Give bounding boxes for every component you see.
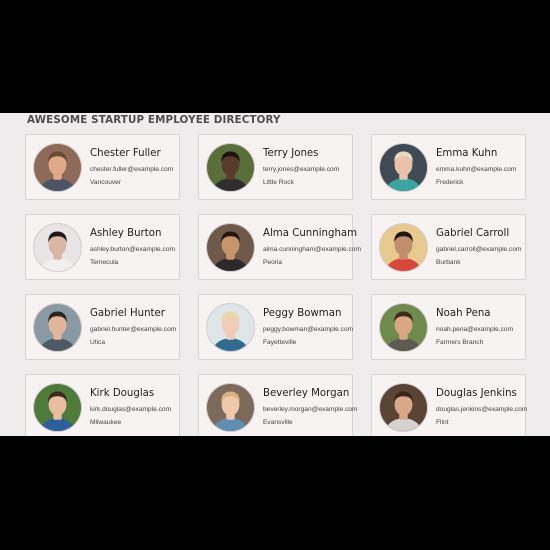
employee-directory-page: AWESOME STARTUP EMPLOYEE DIRECTORY Chest…	[0, 113, 550, 436]
employee-city: Flint	[436, 419, 449, 426]
avatar-photo	[207, 384, 254, 431]
employee-city: Milwaukee	[90, 419, 122, 426]
employee-info: Beverley Morgan beverley.morgan@example.…	[263, 387, 358, 428]
employee-card[interactable]: Beverley Morgan beverley.morgan@example.…	[198, 374, 358, 436]
employee-card[interactable]: Emma Kuhn emma.kuhn@example.com Frederic…	[371, 134, 526, 200]
employee-card[interactable]: Douglas Jenkins douglas.jenkins@example.…	[371, 374, 528, 436]
employee-card[interactable]: Gabriel Carroll gabriel.carroll@example.…	[371, 214, 526, 280]
employee-email: gabriel.hunter@example.com	[90, 326, 177, 333]
avatar-photo	[207, 144, 254, 191]
employee-info: Noah Pena noah.pena@example.com Farmers …	[436, 307, 523, 348]
employee-info: Emma Kuhn emma.kuhn@example.com Frederic…	[436, 147, 523, 188]
employee-email: douglas.jenkins@example.com	[436, 406, 528, 413]
avatar	[206, 383, 255, 432]
employee-card[interactable]: Terry Jones terry.jones@example.com Litt…	[198, 134, 353, 200]
employee-email: peggy.bowman@example.com	[263, 326, 354, 333]
employee-email: chester.fuller@example.com	[90, 166, 174, 173]
employee-card[interactable]: Chester Fuller chester.fuller@example.co…	[25, 134, 180, 200]
avatar-photo	[34, 144, 81, 191]
employee-info: Terry Jones terry.jones@example.com Litt…	[263, 147, 350, 188]
employee-email: noah.pena@example.com	[436, 326, 514, 333]
employee-card[interactable]: Alma Cunningham alma.cunningham@example.…	[198, 214, 361, 280]
employee-info: Alma Cunningham alma.cunningham@example.…	[263, 227, 361, 268]
avatar	[379, 143, 428, 192]
employee-info: Kirk Douglas kirk.douglas@example.com Mi…	[90, 387, 177, 428]
employee-city: Frederick	[436, 179, 464, 186]
employee-info: Douglas Jenkins douglas.jenkins@example.…	[436, 387, 528, 428]
avatar-photo	[207, 224, 254, 271]
employee-name: Kirk Douglas	[90, 388, 155, 399]
employee-email: emma.kuhn@example.com	[436, 166, 517, 173]
avatar-photo	[207, 304, 254, 351]
employee-city: Peoria	[263, 259, 283, 266]
employee-name: Emma Kuhn	[436, 148, 498, 159]
avatar-photo	[380, 384, 427, 431]
employee-info: Ashley Burton ashley.burton@example.com …	[90, 227, 177, 268]
page-title: AWESOME STARTUP EMPLOYEE DIRECTORY	[27, 114, 281, 126]
employee-name: Terry Jones	[263, 148, 319, 159]
avatar	[206, 303, 255, 352]
employee-email: beverley.morgan@example.com	[263, 406, 358, 413]
employee-card[interactable]: Ashley Burton ashley.burton@example.com …	[25, 214, 180, 280]
employee-city: Farmers Branch	[436, 339, 484, 346]
avatar-photo	[380, 224, 427, 271]
avatar-photo	[34, 224, 81, 271]
avatar	[206, 143, 255, 192]
employee-email: alma.cunningham@example.com	[263, 246, 361, 253]
employee-city: Burbank	[436, 259, 461, 266]
employee-city: Vancouver	[90, 179, 122, 186]
avatar	[33, 223, 82, 272]
avatar	[379, 303, 428, 352]
employee-card[interactable]: Gabriel Hunter gabriel.hunter@example.co…	[25, 294, 180, 360]
avatar	[33, 383, 82, 432]
employee-name: Ashley Burton	[90, 228, 162, 239]
employee-city: Little Rock	[263, 179, 294, 186]
employee-name: Alma Cunningham	[263, 228, 358, 239]
screen: AWESOME STARTUP EMPLOYEE DIRECTORY Chest…	[0, 0, 550, 550]
employee-info: Chester Fuller chester.fuller@example.co…	[90, 147, 177, 188]
employee-info: Peggy Bowman peggy.bowman@example.com Fa…	[263, 307, 354, 348]
employee-name: Douglas Jenkins	[436, 388, 517, 399]
employee-email: kirk.douglas@example.com	[90, 406, 172, 413]
avatar	[379, 383, 428, 432]
avatar	[206, 223, 255, 272]
avatar	[379, 223, 428, 272]
employee-name: Gabriel Hunter	[90, 308, 165, 319]
employee-email: gabriel.carroll@example.com	[436, 246, 522, 253]
employee-grid: Chester Fuller chester.fuller@example.co…	[25, 134, 527, 436]
employee-city: Evansville	[263, 419, 293, 426]
avatar-photo	[380, 304, 427, 351]
employee-email: terry.jones@example.com	[263, 166, 340, 173]
employee-city: Fayetteville	[263, 339, 297, 346]
employee-card[interactable]: Peggy Bowman peggy.bowman@example.com Fa…	[198, 294, 353, 360]
employee-name: Beverley Morgan	[263, 388, 350, 399]
employee-email: ashley.burton@example.com	[90, 246, 176, 253]
employee-name: Peggy Bowman	[263, 308, 342, 319]
avatar	[33, 143, 82, 192]
avatar-photo	[34, 304, 81, 351]
employee-card[interactable]: Kirk Douglas kirk.douglas@example.com Mi…	[25, 374, 180, 436]
employee-card[interactable]: Noah Pena noah.pena@example.com Farmers …	[371, 294, 526, 360]
employee-city: Temecula	[90, 259, 119, 266]
employee-info: Gabriel Hunter gabriel.hunter@example.co…	[90, 307, 177, 348]
avatar-photo	[380, 144, 427, 191]
employee-name: Gabriel Carroll	[436, 228, 510, 239]
employee-info: Gabriel Carroll gabriel.carroll@example.…	[436, 227, 523, 268]
avatar-photo	[34, 384, 81, 431]
employee-name: Noah Pena	[436, 308, 491, 319]
employee-city: Utica	[90, 339, 106, 346]
employee-name: Chester Fuller	[90, 148, 161, 159]
avatar	[33, 303, 82, 352]
